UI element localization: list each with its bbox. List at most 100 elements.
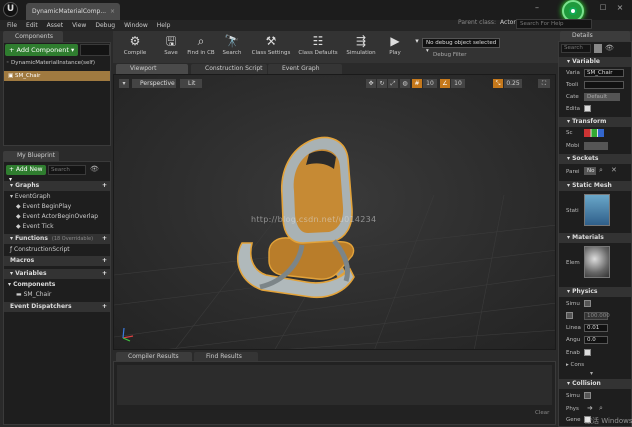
add-function-icon[interactable]: + [102, 234, 107, 244]
mass-field[interactable]: 100.000 [584, 312, 610, 320]
rotate-icon[interactable]: ↻ [377, 79, 387, 88]
play-options-chevron-icon[interactable]: ▾ [408, 31, 419, 61]
tab-find-results[interactable]: Find Results [194, 352, 258, 361]
details-section-variable[interactable]: ▾ Variable [559, 57, 631, 67]
construction-script-item[interactable]: ƒ ConstructionScript [10, 246, 70, 253]
perspective-button[interactable]: Perspective [132, 79, 176, 88]
maximize-icon[interactable]: □ [596, 3, 610, 15]
section-event-dispatchers[interactable]: Event Dispatchers + [4, 302, 110, 312]
enable-gravity-checkbox[interactable] [584, 349, 591, 356]
category-select[interactable]: Default [584, 93, 620, 101]
phys-material-arrow-icon[interactable]: ➜ [587, 404, 593, 412]
section-functions[interactable]: ▾ Functions (18 Overridable) + [4, 234, 110, 244]
world-space-icon[interactable]: ◍ [400, 79, 410, 88]
add-macro-icon[interactable]: + [102, 256, 107, 266]
tab-viewport[interactable]: Viewport [116, 64, 188, 74]
menu-window[interactable]: Window [124, 20, 148, 31]
translate-icon[interactable]: ✥ [366, 79, 376, 88]
mobility-toggle[interactable] [584, 142, 608, 150]
class-defaults-button[interactable]: ☷ Class Defaults [296, 31, 340, 61]
class-settings-button[interactable]: ⚒ Class Settings [249, 31, 293, 61]
details-section-sockets[interactable]: ▾ Sockets [559, 154, 631, 164]
scale-snap-icon[interactable]: ⤡ [493, 79, 503, 88]
close-window-icon[interactable]: × [612, 3, 628, 15]
tab-my-blueprint[interactable]: My Blueprint [3, 151, 59, 161]
view-options-eye-icon[interactable]: 👁 [90, 165, 99, 173]
components-search-input[interactable] [80, 44, 110, 56]
debug-object-select[interactable]: No debug object selected ▾ [422, 38, 500, 54]
parent-class-value[interactable]: Actor [500, 19, 516, 26]
grid-snap-value[interactable]: 10 [423, 79, 437, 88]
static-mesh-thumbnail[interactable] [584, 194, 610, 226]
menu-asset[interactable]: Asset [47, 20, 63, 31]
rotation-snap-value[interactable]: 10 [451, 79, 465, 88]
tab-event-graph[interactable]: Event Graph [268, 64, 342, 74]
search-help-input[interactable]: Search For Help [516, 19, 592, 29]
section-variables[interactable]: ▾ Variables + [4, 269, 110, 279]
rotation-snap-icon[interactable]: ∠ [440, 79, 450, 88]
details-section-static-mesh[interactable]: ▾ Static Mesh [559, 181, 631, 191]
section-macros[interactable]: Macros + [4, 256, 110, 266]
details-section-physics[interactable]: ▾ Physics [559, 287, 631, 297]
viewport-options-button[interactable]: ▾ [119, 79, 129, 88]
component-sm-chair-item[interactable]: ▣ SM_Chair [4, 71, 110, 81]
viewport-3d[interactable] [113, 74, 556, 350]
event-item[interactable]: ◆ Event ActorBeginOverlap [16, 213, 98, 220]
search-button[interactable]: 🔭 Search [219, 31, 245, 61]
angular-damping-field[interactable]: 0.0 [584, 336, 608, 344]
grid-snap-icon[interactable]: # [412, 79, 422, 88]
tab-construction-script[interactable]: Construction Script [191, 64, 267, 74]
clear-button[interactable]: Clear [535, 410, 549, 416]
add-dispatcher-icon[interactable]: + [102, 302, 107, 312]
event-item[interactable]: ◆ Event BeginPlay [16, 203, 71, 210]
my-blueprint-search-input[interactable]: Search [48, 165, 86, 175]
section-graphs[interactable]: ▾ Graphs + [4, 181, 110, 191]
scale-xyz-fields[interactable] [584, 129, 604, 137]
close-tab-icon[interactable]: × [110, 3, 115, 20]
menu-view[interactable]: View [72, 20, 86, 31]
find-in-cb-button[interactable]: ⌕ Find in CB [186, 31, 216, 61]
details-grid-icon[interactable] [594, 44, 602, 53]
event-item[interactable]: ◆ Event Tick [16, 223, 54, 230]
variable-name-field[interactable]: SM_Chair [584, 69, 624, 77]
tab-compiler-results[interactable]: Compiler Results [116, 352, 192, 361]
lit-mode-button[interactable]: Lit [180, 79, 202, 88]
details-section-collision[interactable]: ▾ Collision [559, 379, 631, 389]
phys-material-search-icon[interactable]: ⌕ [599, 404, 603, 413]
menu-debug[interactable]: Debug [95, 20, 115, 31]
tab-components[interactable]: Components [3, 31, 63, 42]
details-section-materials[interactable]: ▾ Materials [559, 233, 631, 243]
play-button[interactable]: ▶ Play [382, 31, 408, 61]
tooltip-field[interactable] [584, 81, 624, 89]
simulate-physics-checkbox[interactable] [584, 300, 591, 307]
material-thumbnail[interactable] [584, 246, 610, 278]
tab-details[interactable]: Details [560, 31, 630, 41]
menu-file[interactable]: File [7, 20, 17, 31]
details-eye-icon[interactable]: 👁 [605, 44, 614, 52]
details-search-input[interactable]: Search [561, 44, 591, 53]
event-graph-item[interactable]: ▾ EventGraph [10, 193, 51, 200]
minimize-icon[interactable]: – [530, 3, 544, 15]
editable-checkbox[interactable] [584, 105, 591, 112]
add-new-button[interactable]: + Add New ▾ [6, 165, 46, 183]
linear-damping-field[interactable]: 0.01 [584, 324, 608, 332]
details-section-transform[interactable]: ▾ Transform [559, 117, 631, 127]
scale-icon[interactable]: ⤢ [388, 79, 398, 88]
component-root-item[interactable]: ◦ DynamicMaterialInstance(self) [6, 60, 95, 66]
compile-button[interactable]: ⚙ Compile [117, 31, 153, 61]
parent-socket-field[interactable]: No [584, 167, 596, 175]
scale-snap-value[interactable]: 0.25 [504, 79, 522, 88]
menu-help[interactable]: Help [157, 20, 171, 31]
save-button[interactable]: 🖫 Save [158, 31, 184, 61]
variables-components-category[interactable]: ▾ Components [8, 281, 55, 288]
maximize-viewport-icon[interactable]: ⛶ [538, 79, 550, 88]
mass-override-checkbox[interactable] [566, 312, 573, 319]
variable-sm-chair-item[interactable]: ▬ SM_Chair [16, 291, 51, 298]
socket-search-icon[interactable]: ⌕ [599, 166, 603, 175]
constraints-row[interactable]: ▸ Cons [566, 362, 584, 368]
expand-advanced-icon[interactable]: ▾ [590, 370, 593, 377]
simulation-button[interactable]: ⇶ Simulation [343, 31, 379, 61]
simulation-generates-hit-checkbox[interactable] [584, 392, 591, 399]
add-graph-icon[interactable]: + [102, 181, 107, 191]
socket-clear-icon[interactable]: ✕ [611, 166, 617, 174]
